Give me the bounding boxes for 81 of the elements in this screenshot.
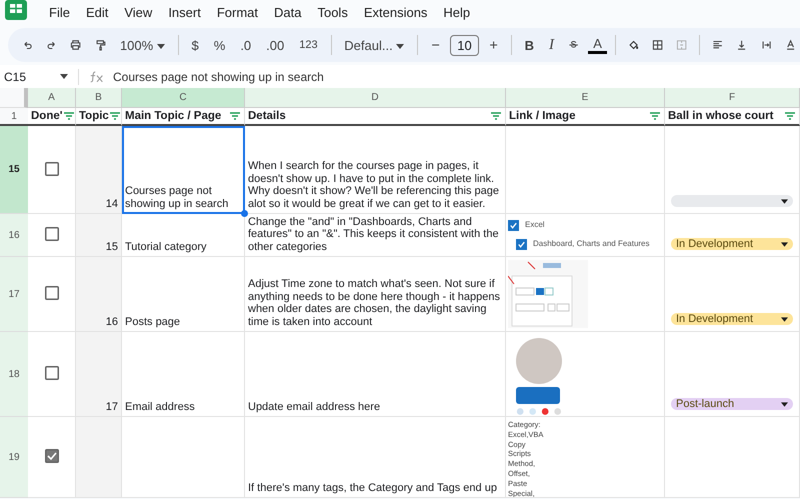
cell-text: Courses page not showing up in search xyxy=(125,185,230,211)
checkbox[interactable] xyxy=(44,227,58,241)
fill-handle[interactable] xyxy=(241,210,248,217)
status-dropdown[interactable]: In Development xyxy=(671,313,793,325)
filter-icon[interactable] xyxy=(108,112,121,120)
percent-format-button[interactable]: % xyxy=(208,38,230,52)
cell-text: Email address xyxy=(125,401,195,414)
table-cell: Change the "and" in "Dashboards, Charts and features" to an "&". This keeps it consistent with the other categories xyxy=(245,214,506,257)
increase-decimals-button[interactable]: .00 xyxy=(261,38,290,52)
menu-item[interactable]: Edit xyxy=(78,5,116,20)
function-icon xyxy=(89,70,105,83)
menu-item[interactable]: Format xyxy=(208,5,266,20)
column-title: Topic xyxy=(79,110,109,122)
filter-icon[interactable] xyxy=(784,112,796,120)
status-dropdown[interactable]: In Development xyxy=(671,238,793,250)
caret-icon xyxy=(781,316,788,322)
menu-item[interactable]: Insert xyxy=(160,5,209,20)
column-header[interactable]: C xyxy=(122,88,245,108)
checkbox[interactable] xyxy=(44,286,58,300)
award-badge-icon xyxy=(516,387,560,404)
font-size-field[interactable]: 10 xyxy=(450,34,479,56)
cell-text: Tutorial category xyxy=(125,241,207,254)
filter-icon[interactable] xyxy=(490,112,502,120)
menu-item[interactable]: Help xyxy=(435,5,478,20)
caret-icon xyxy=(396,44,404,49)
formula-field[interactable]: Courses page not showing up in search xyxy=(113,70,324,84)
filter-icon[interactable] xyxy=(62,112,74,120)
decrease-decimals-button[interactable]: .0 xyxy=(235,38,256,52)
caret-icon[interactable] xyxy=(60,74,68,79)
table-cell: 14 xyxy=(76,126,122,214)
table-cell: 17 xyxy=(76,332,122,417)
caret-icon xyxy=(156,44,165,49)
cell-reference-field[interactable]: C15 xyxy=(0,70,60,84)
checklist-label: Dashboard, Charts and Features xyxy=(533,238,650,250)
row-header[interactable]: 18 xyxy=(0,332,28,417)
caret-icon xyxy=(781,242,788,246)
caret-icon xyxy=(781,198,788,204)
table-cell: If there's many tags, the Category and Tags end up xyxy=(245,417,506,498)
menu-item[interactable]: Tools xyxy=(309,5,356,20)
caret-icon xyxy=(781,402,788,406)
filter-icon[interactable] xyxy=(229,112,241,120)
column-title: Details xyxy=(248,110,286,122)
column-header[interactable]: B xyxy=(76,88,122,108)
row-header[interactable]: 17 xyxy=(0,257,28,332)
column-title: Link / Image xyxy=(509,110,576,122)
number-format-button[interactable]: 123 xyxy=(294,39,323,51)
filter-icon[interactable] xyxy=(649,112,661,120)
row-header[interactable]: 15 xyxy=(0,126,28,214)
column-title: Done' xyxy=(31,110,62,122)
sheets-logo-icon[interactable] xyxy=(5,0,27,20)
column-title: Ball in whose court xyxy=(668,110,774,122)
menu-item[interactable]: File xyxy=(41,5,78,20)
table-cell: Update email address here xyxy=(245,332,506,417)
menu-item[interactable]: View xyxy=(116,5,160,20)
italic-button[interactable]: I xyxy=(544,36,560,54)
table-cell: 16 xyxy=(76,257,122,332)
currency-format-button[interactable]: $ xyxy=(186,38,204,52)
checkbox[interactable] xyxy=(44,162,58,176)
column-header[interactable]: F xyxy=(665,88,800,108)
font-dropdown[interactable]: Defaul... xyxy=(339,38,410,52)
text-color-button[interactable]: A xyxy=(588,36,607,54)
column-header[interactable]: A xyxy=(28,88,76,108)
row-header[interactable]: 16 xyxy=(0,214,28,257)
status-dropdown[interactable]: Post-launch xyxy=(671,398,793,410)
zoom-dropdown[interactable]: 100% xyxy=(114,38,170,52)
checklist-label: Excel xyxy=(525,219,545,231)
cell-text: Posts page xyxy=(125,316,180,329)
avatar xyxy=(516,338,562,384)
checkbox[interactable] xyxy=(44,449,58,463)
menu-item[interactable]: Data xyxy=(266,5,310,20)
row-header[interactable]: 19 xyxy=(0,417,28,498)
row-header[interactable]: 1 xyxy=(0,108,28,126)
checkbox[interactable] xyxy=(44,366,58,380)
table-cell: Adjust Time zone to match what's seen. Not sure if anything needs to be done here though - it happens when older dates are chosen, the daylight saving time is taken into account xyxy=(245,257,506,332)
column-header[interactable]: D xyxy=(245,88,506,108)
bold-button[interactable]: B xyxy=(520,38,540,52)
table-cell: 15 xyxy=(76,214,122,257)
table-cell: When I search for the courses page in pages, it doesn't show up. I have to put in the complete link. Why doesn't it show? We'll be referencing this page alot so it would be great if we can get to it easier. xyxy=(245,126,506,214)
column-header[interactable]: E xyxy=(506,88,665,108)
column-title: Main Topic / Page xyxy=(125,110,222,122)
menu-item[interactable]: Extensions xyxy=(356,5,436,20)
